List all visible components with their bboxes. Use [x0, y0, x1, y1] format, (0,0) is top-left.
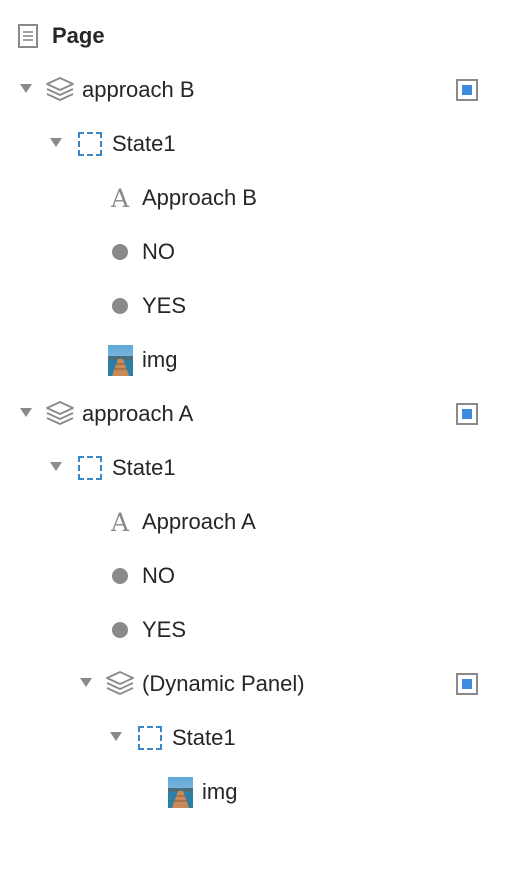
image-thumbnail-icon [165, 765, 195, 819]
tree-item-label: State1 [172, 725, 236, 750]
tree-item-label: Approach A [142, 509, 256, 534]
tree-row-state-state1[interactable]: State1 [0, 441, 508, 495]
outline-panel: Page approach B State1 A Approach B NO YES img… [0, 0, 508, 876]
state-box-icon [135, 711, 165, 765]
tree-row-dynamic-panel-approach-b[interactable]: approach B [0, 63, 508, 117]
state-box-icon [75, 441, 105, 495]
tree-row-shape-no[interactable]: NO [0, 549, 508, 603]
page-title: Page [52, 23, 105, 48]
image-thumbnail-icon [105, 333, 135, 387]
visibility-indicator-icon [462, 679, 472, 689]
page-icon [15, 9, 41, 63]
collapse-chevron-icon[interactable] [110, 732, 122, 741]
tree-item-label: State1 [112, 455, 176, 480]
tree-item-label: approach A [82, 401, 194, 426]
circle-shape-icon [105, 225, 135, 279]
layers-icon [45, 63, 75, 117]
tree-row-text-approach-b[interactable]: A Approach B [0, 171, 508, 225]
circle-shape-icon [105, 603, 135, 657]
tree-row-shape-yes[interactable]: YES [0, 603, 508, 657]
visibility-toggle[interactable] [456, 79, 478, 101]
tree-item-label: (Dynamic Panel) [142, 671, 305, 696]
tree-item-label: approach B [82, 77, 195, 102]
layers-icon [45, 387, 75, 441]
collapse-chevron-icon[interactable] [80, 678, 92, 687]
tree-row-image-img[interactable]: img [0, 765, 508, 819]
collapse-chevron-icon[interactable] [50, 462, 62, 471]
tree-item-label: YES [142, 293, 187, 318]
tree-row-state-state1[interactable]: State1 [0, 711, 508, 765]
text-widget-icon: A [110, 183, 130, 213]
tree-item-label: Approach B [142, 185, 257, 210]
collapse-chevron-icon[interactable] [20, 84, 32, 93]
tree-row-image-img[interactable]: img [0, 333, 508, 387]
tree-item-label: img [142, 347, 178, 372]
collapse-chevron-icon[interactable] [20, 408, 32, 417]
layers-icon [105, 657, 135, 711]
visibility-indicator-icon [462, 409, 472, 419]
tree-row-text-approach-a[interactable]: A Approach A [0, 495, 508, 549]
tree-row-shape-yes[interactable]: YES [0, 279, 508, 333]
tree-row-dynamic-panel-approach-a[interactable]: approach A [0, 387, 508, 441]
tree-item-label: img [202, 779, 238, 804]
visibility-toggle[interactable] [456, 403, 478, 425]
text-widget-icon: A [110, 507, 130, 537]
circle-shape-icon [105, 279, 135, 333]
circle-shape-icon [105, 549, 135, 603]
collapse-chevron-icon[interactable] [50, 138, 62, 147]
state-box-icon [75, 117, 105, 171]
page-row[interactable]: Page [0, 9, 508, 63]
tree-row-state-state1[interactable]: State1 [0, 117, 508, 171]
tree-item-label: YES [142, 617, 187, 642]
visibility-toggle[interactable] [456, 673, 478, 695]
visibility-indicator-icon [462, 85, 472, 95]
tree-item-label: NO [142, 239, 175, 264]
tree-row-dynamic-panel-dynamic-panel[interactable]: (Dynamic Panel) [0, 657, 508, 711]
tree-item-label: NO [142, 563, 175, 588]
tree-row-shape-no[interactable]: NO [0, 225, 508, 279]
tree-item-label: State1 [112, 131, 176, 156]
